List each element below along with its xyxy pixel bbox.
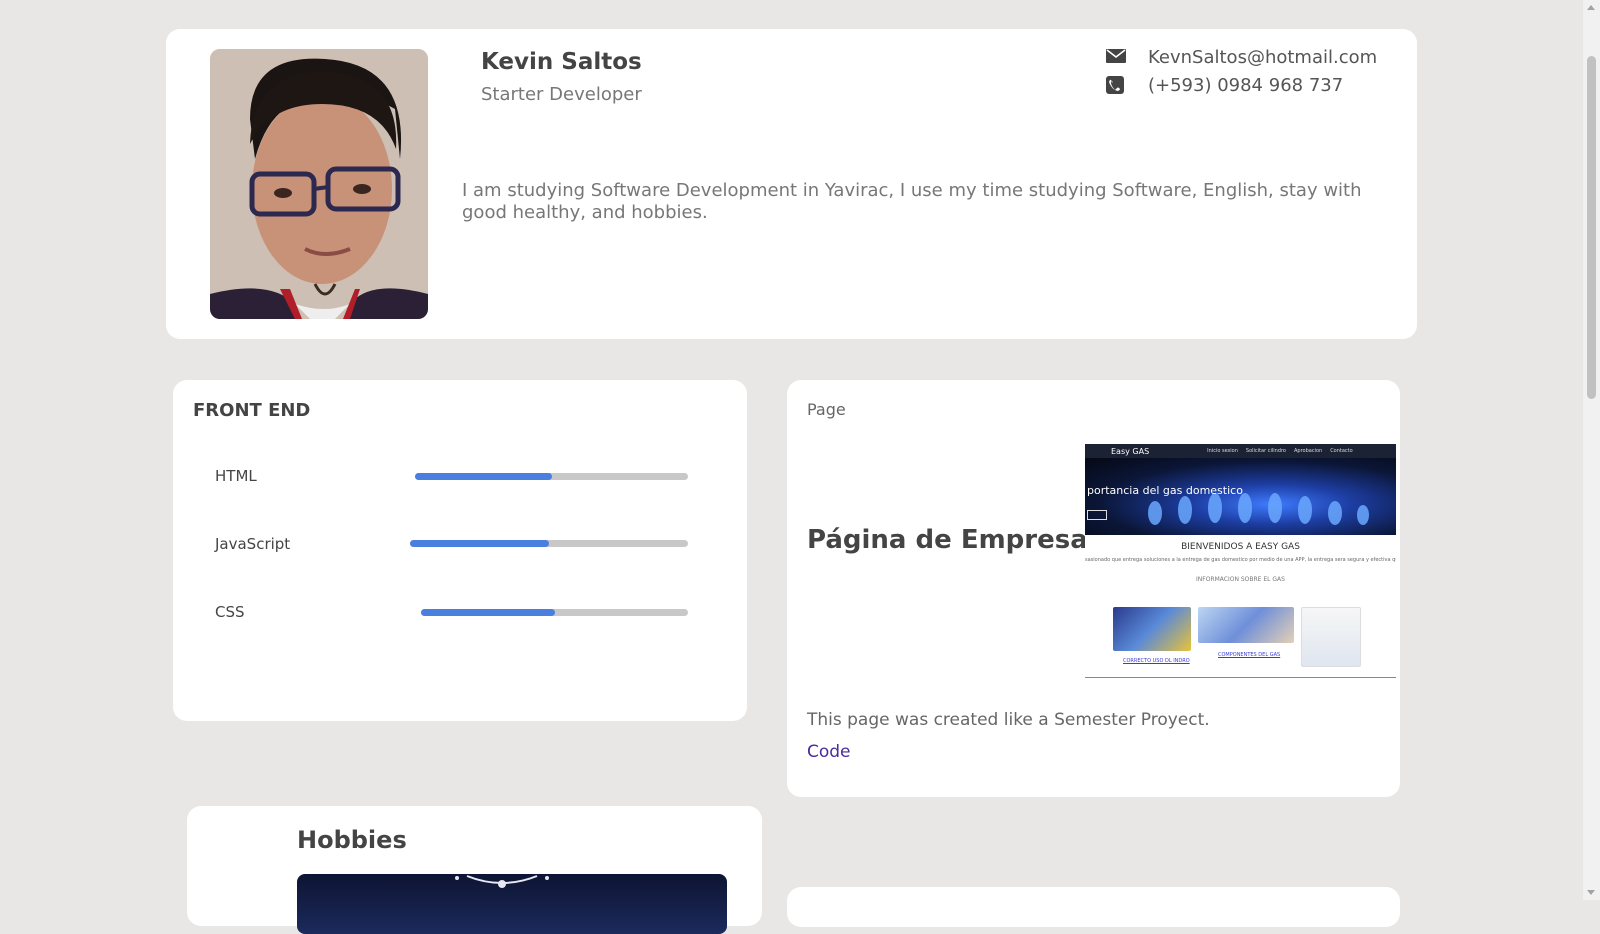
screenshot-hero-button — [1087, 510, 1107, 520]
scroll-up-icon[interactable] — [1587, 5, 1595, 10]
scrollbar[interactable] — [1583, 0, 1600, 900]
screenshot-nav-item: Inicio sesion — [1207, 448, 1238, 454]
hobbies-title: Hobbies — [297, 826, 407, 854]
profile-photo — [210, 49, 428, 319]
profile-bio: I am studying Software Development in Ya… — [462, 180, 1362, 223]
project-title: Página de Empresa — [807, 525, 1088, 555]
email-contact: KevnSaltos@hotmail.com — [1106, 47, 1377, 68]
screenshot-nav-item: Contacto — [1330, 448, 1353, 454]
skill-bar-fill-javascript — [410, 540, 549, 547]
skills-title: FRONT END — [193, 400, 311, 421]
skill-bar-fill-css — [421, 609, 555, 616]
scrollbar-thumb[interactable] — [1587, 56, 1596, 399]
screenshot-info: INFORMACION SOBRE EL GAS — [1196, 576, 1285, 583]
skill-bar-css — [421, 609, 688, 616]
screenshot-nav-item: Aprobacion — [1293, 448, 1323, 454]
screenshot-welcome: BIENVENIDOS A EASY GAS — [1181, 542, 1300, 552]
project-card: Page Página de Empresa Easy GAS Inicio s… — [787, 380, 1400, 797]
screenshot-thumb — [1301, 607, 1361, 667]
project-description: This page was created like a Semester Pr… — [807, 710, 1210, 730]
screenshot-caption: COMPONENTES DEL GAS — [1218, 652, 1281, 658]
screenshot-intro: sasionado que entrega soluciones a la en… — [1085, 557, 1396, 563]
skill-label-javascript: JavaScript — [215, 535, 291, 553]
profile-role: Starter Developer — [481, 84, 642, 105]
skill-label-html: HTML — [215, 467, 257, 485]
skill-bar-javascript — [410, 540, 688, 547]
screenshot-nav-item: Solicitar cilindro — [1245, 448, 1286, 454]
screenshot-thumb — [1113, 607, 1191, 651]
screenshot-hero-text: portancia del gas domestico — [1087, 484, 1243, 497]
skill-label-css: CSS — [215, 603, 245, 621]
phone-contact: (+593) 0984 968 737 — [1106, 75, 1343, 96]
scroll-down-icon[interactable] — [1587, 890, 1595, 895]
skills-card: FRONT END HTML JavaScript CSS — [173, 380, 747, 721]
project-screenshot: Easy GAS Inicio sesion Solicitar cilindr… — [1085, 444, 1396, 678]
profile-name: Kevin Saltos — [481, 49, 642, 75]
project-heading: Page — [807, 400, 846, 419]
screenshot-nav: Easy GAS Inicio sesion Solicitar cilindr… — [1085, 444, 1396, 458]
profile-card: Kevin Saltos Starter Developer KevnSalto… — [166, 29, 1417, 339]
skill-bar-html — [415, 473, 688, 480]
next-card — [787, 887, 1400, 927]
screenshot-brand: Easy GAS — [1111, 446, 1150, 456]
phone-icon — [1106, 75, 1128, 96]
envelope-icon — [1106, 48, 1128, 68]
screenshot-thumb — [1198, 607, 1294, 643]
hobbies-image — [297, 874, 727, 934]
project-code-link[interactable]: Code — [807, 742, 851, 762]
skill-bar-fill-html — [415, 473, 552, 480]
screenshot-hero: portancia del gas domestico — [1085, 458, 1396, 535]
phone-text[interactable]: (+593) 0984 968 737 — [1148, 75, 1343, 96]
hobbies-card: Hobbies — [187, 806, 762, 934]
email-text[interactable]: KevnSaltos@hotmail.com — [1148, 47, 1377, 68]
screenshot-caption: CORRECTO USO DL INDRO — [1123, 658, 1190, 664]
